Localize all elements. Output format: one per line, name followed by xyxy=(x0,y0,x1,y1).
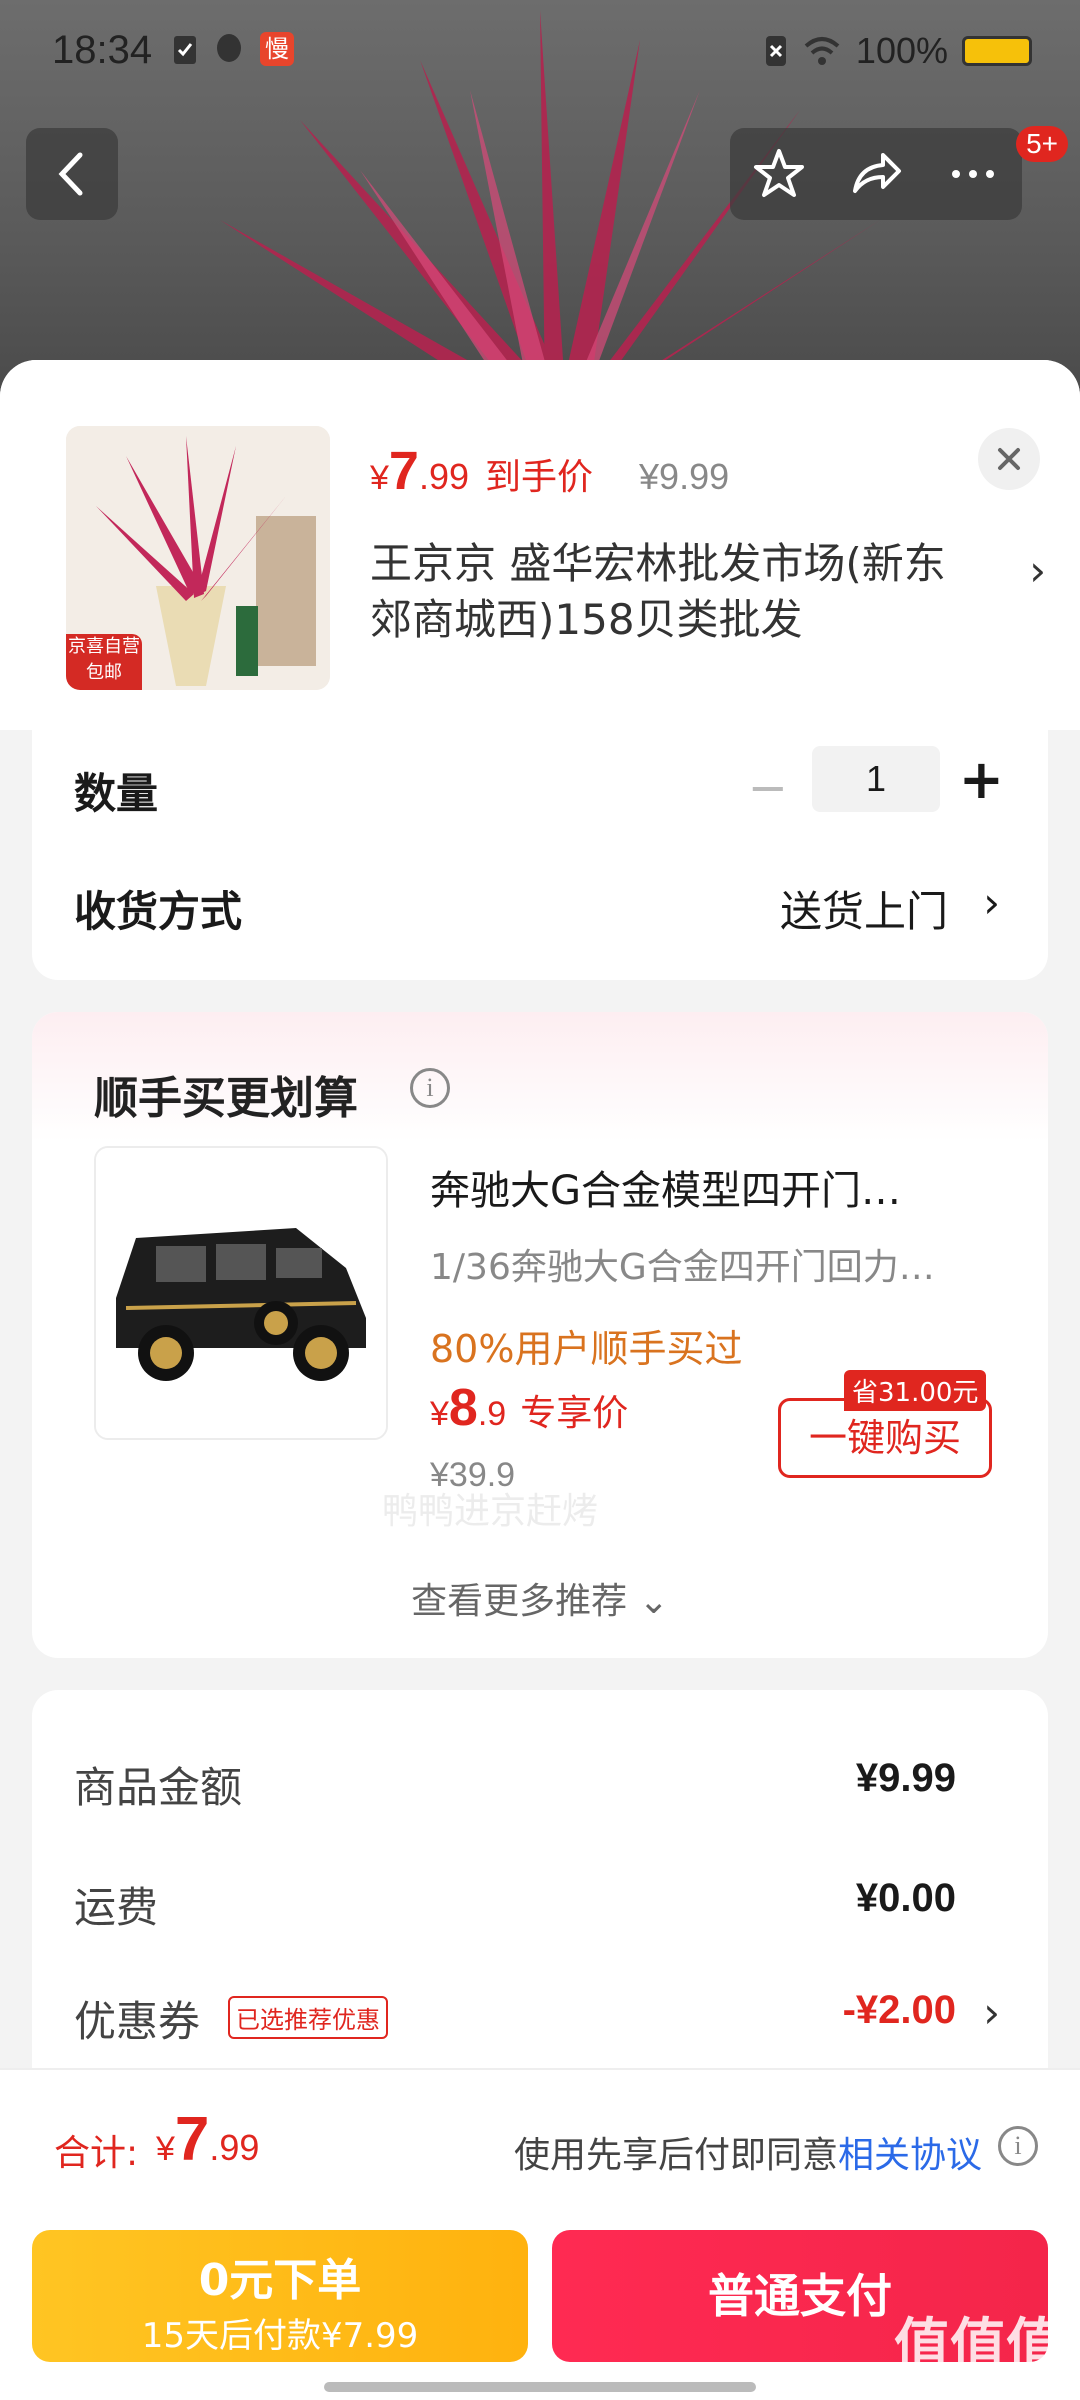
agreement-link[interactable]: 相关协议 xyxy=(838,2135,982,2176)
goods-amount-label: 商品金额 xyxy=(74,1763,243,1812)
favorite-star-icon[interactable] xyxy=(752,147,806,201)
toy-car-image xyxy=(96,1148,386,1438)
delivery-label: 收货方式 xyxy=(74,887,243,936)
total-label: 合计: xyxy=(54,2133,139,2174)
shipping-label: 运费 xyxy=(74,1883,159,1932)
pay-later-button[interactable]: 0元下单 15天后付款¥7.99 xyxy=(32,2230,528,2362)
pay-later-title: 0元下单 xyxy=(198,2255,362,2306)
total-price: ¥7.99 xyxy=(156,2105,260,2174)
chevron-right-icon[interactable]: › xyxy=(983,1988,1000,2037)
sim-icon xyxy=(765,36,786,66)
quantity-minus-button[interactable]: − xyxy=(748,760,788,816)
chevron-down-icon: ⌄ xyxy=(638,1581,669,1622)
cart-badge: 5+ xyxy=(1016,126,1068,162)
quantity-plus-button[interactable]: + xyxy=(959,748,1004,811)
bought-together-stat: 80%用户顺手买过 xyxy=(430,1327,743,1371)
chevron-right-icon[interactable]: › xyxy=(983,878,1000,927)
goods-amount-value: ¥9.99 xyxy=(855,1756,956,1800)
see-more-recommendations[interactable]: 查看更多推荐 ⌄ xyxy=(32,1572,1048,1624)
info-icon[interactable]: i xyxy=(998,2126,1038,2166)
recommended-product-subtitle: 1/36奔驰大G合金四开门回力… xyxy=(430,1247,935,1288)
final-price-label: 到手价 xyxy=(485,457,594,498)
shop-name[interactable]: 王京京 盛华宏林批发市场(新东郊商城西)158贝类批发 xyxy=(370,536,970,648)
app-badge-icon: 慢 xyxy=(260,32,294,66)
header-actions xyxy=(730,128,1022,220)
close-icon xyxy=(998,448,1020,470)
battery-icon xyxy=(962,36,1032,66)
price-row: ¥7.99 到手价 ¥9.99 xyxy=(370,440,729,502)
final-price: ¥7.99 xyxy=(370,441,470,501)
exclusive-price: ¥8.9 xyxy=(430,1379,507,1437)
close-button[interactable] xyxy=(978,428,1040,490)
self-operated-free-shipping-tag: 京喜自营 包邮 xyxy=(66,634,142,690)
wifi-icon xyxy=(804,37,840,65)
home-indicator[interactable] xyxy=(324,2382,756,2392)
battery-percent: 100% xyxy=(855,30,948,71)
original-price: ¥9.99 xyxy=(639,456,730,497)
recommendation-title: 顺手买更划算 xyxy=(94,1073,358,1124)
pay-later-subtitle: 15天后付款¥7.99 xyxy=(141,2316,419,2356)
site-watermark-url: zhizhizhi.com xyxy=(939,2364,1060,2386)
more-dots-icon[interactable] xyxy=(946,147,1000,201)
delivery-value[interactable]: 送货上门 xyxy=(780,878,948,939)
recommended-product-image[interactable] xyxy=(94,1146,388,1440)
quantity-label: 数量 xyxy=(74,769,159,818)
qq-icon xyxy=(217,34,241,62)
sheet-header: 京喜自营 包邮 ¥7.99 到手价 ¥9.99 王京京 盛华宏林批发市场(新东郊… xyxy=(0,360,1080,730)
status-right-icons: 100% xyxy=(764,30,1032,72)
recommendation-card: 顺手买更划算 i 鸭鸭进京赶烤 奔驰大G合金模型四开门… 1/36奔驰大G合金四… xyxy=(32,1012,1048,1658)
status-notification-icons: 慢 xyxy=(172,32,294,66)
coupon-label: 优惠券 xyxy=(74,1997,201,2046)
coupon-value[interactable]: -¥2.00 xyxy=(843,1988,956,2033)
share-icon[interactable] xyxy=(849,147,903,201)
back-button[interactable] xyxy=(26,128,118,220)
recommended-price-row: ¥8.9 专享价 xyxy=(430,1378,628,1438)
clipboard-icon xyxy=(174,36,196,64)
product-thumbnail[interactable]: 京喜自营 包邮 xyxy=(66,426,330,690)
shipping-value: ¥0.00 xyxy=(855,1876,956,1920)
status-time: 18:34 xyxy=(52,28,153,72)
quantity-delivery-card: 数量 − 1 + 收货方式 送货上门 › xyxy=(32,730,1048,980)
status-bar: 18:34 慢 100% xyxy=(0,0,1080,100)
recommended-original-price: ¥39.9 xyxy=(430,1456,516,1494)
coupon-recommended-tag: 已选推荐优惠 xyxy=(228,1996,388,2039)
info-icon[interactable]: i xyxy=(410,1068,450,1108)
exclusive-price-label: 专享价 xyxy=(520,1393,629,1434)
chevron-right-icon[interactable]: › xyxy=(1029,546,1046,595)
agreement-text: 使用先享后付即同意相关协议 xyxy=(513,2135,982,2176)
amount-summary-card: 商品金额 ¥9.99 运费 ¥0.00 优惠券 已选推荐优惠 -¥2.00 › xyxy=(32,1690,1048,2110)
recommended-product-name[interactable]: 奔驰大G合金模型四开门… xyxy=(430,1158,990,1216)
quantity-input[interactable]: 1 xyxy=(812,746,940,812)
savings-tag: 省31.00元 xyxy=(844,1370,987,1411)
chevron-left-icon xyxy=(58,152,83,196)
